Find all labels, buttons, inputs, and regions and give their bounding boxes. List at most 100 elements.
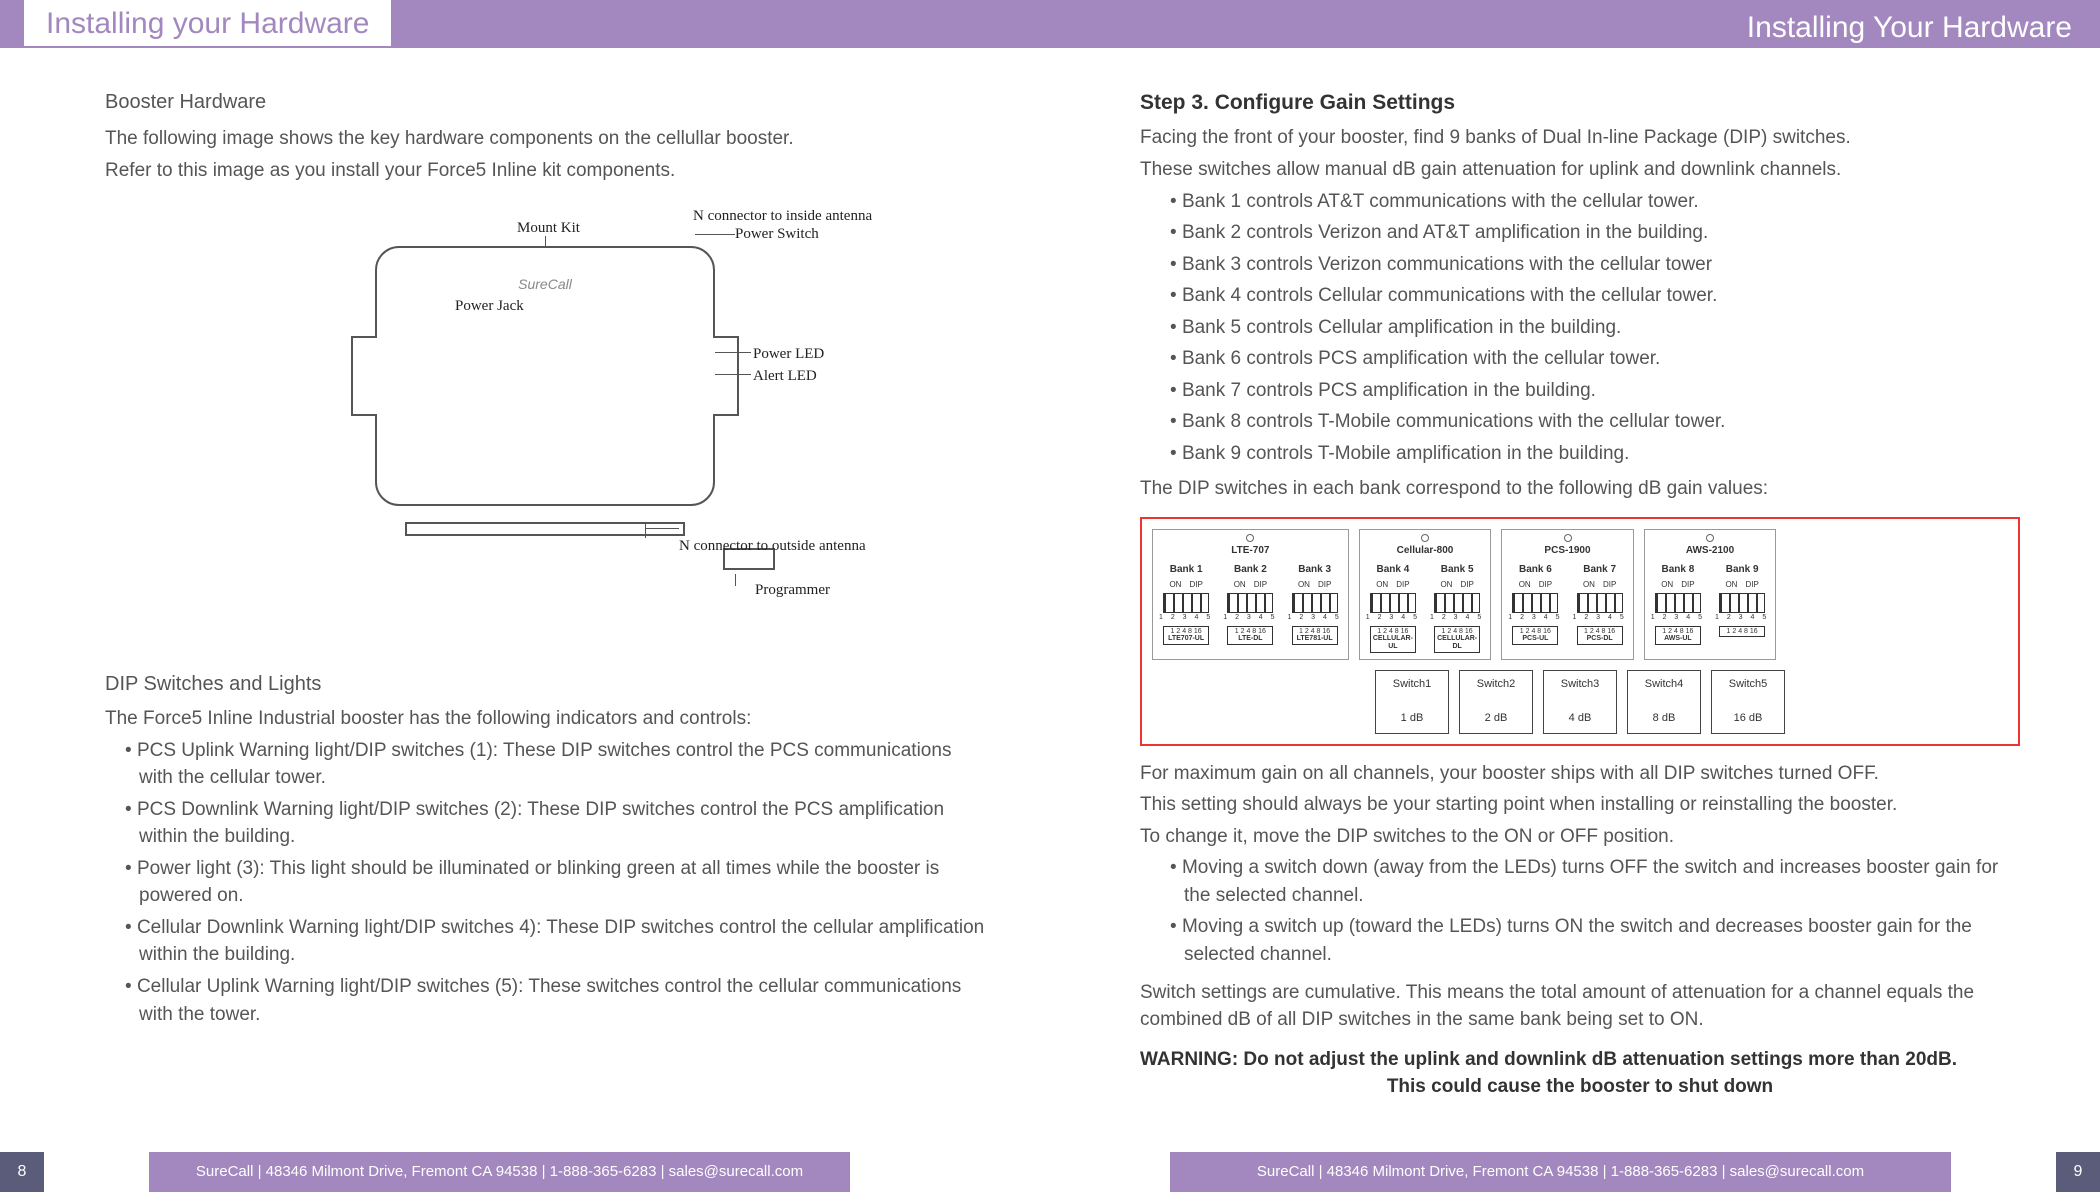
dip-list-item: PCS Uplink Warning light/DIP switches (1… [105,737,985,792]
bank-list-item: Bank 1 controls AT&T communications with… [1140,188,2020,216]
legend-item: Switch34 dB [1543,670,1617,734]
bank-list-item: Bank 4 controls Cellular communications … [1140,282,2020,310]
right-page: Step 3. Configure Gain Settings Facing t… [1050,48,2100,1152]
dip-bank: Bank 1ONDIP1 2 3 4 51 2 4 8 16LTE707-UL [1159,563,1213,646]
dip-nums: 1 2 3 4 5 [1651,613,1705,623]
lead [735,574,736,586]
on-dip-labels: ONDIP [1234,579,1267,591]
step3-intro2: These switches allow manual dB gain atte… [1140,156,2020,184]
dip-list-item: PCS Downlink Warning light/DIP switches … [105,796,985,851]
footer: 8 SureCall | 48346 Milmont Drive, Fremon… [0,1152,2100,1192]
dip-list-item: Cellular Uplink Warning light/DIP switch… [105,973,985,1028]
on-dip-labels: ONDIP [1169,579,1202,591]
footer-gap [850,1152,1050,1192]
dip-switch-icon [1227,593,1273,613]
dip-intro: The Force5 Inline Industrial booster has… [105,705,985,733]
led-icon [1246,534,1254,542]
p-start: This setting should always be your start… [1140,791,2020,819]
bank-list-item: Bank 2 controls Verizon and AT&T amplifi… [1140,219,2020,247]
led-icon [1421,534,1429,542]
dip-sublabel: 1 2 4 8 16 [1719,626,1765,638]
bank-list-item: Bank 6 controls PCS amplification with t… [1140,345,2020,373]
dip-bank: Bank 5ONDIP1 2 3 4 51 2 4 8 16CELLULAR-D… [1430,563,1484,653]
dip-banks-row: Bank 1ONDIP1 2 3 4 51 2 4 8 16LTE707-ULB… [1159,563,1342,646]
on-dip-labels: ONDIP [1725,579,1758,591]
dip-list-item: Cellular Downlink Warning light/DIP swit… [105,914,985,969]
label-alert: Alert LED [753,366,817,388]
lead [545,236,546,248]
dip-bank: Bank 3ONDIP1 2 3 4 51 2 4 8 16LTE781-UL [1288,563,1342,646]
lead [645,528,679,529]
mount-left-icon [351,336,377,416]
dip-nums: 1 2 3 4 5 [1573,613,1627,623]
dip-list: PCS Uplink Warning light/DIP switches (1… [105,737,985,1032]
dip-correspond: The DIP switches in each bank correspond… [1140,475,2020,503]
dip-bank-name: Bank 7 [1583,563,1616,578]
header-bar: Installing your Hardware Installing Your… [0,0,2100,48]
dip-bank: Bank 9ONDIP 1 2 3 4 5 1 2 4 8 16 [1715,563,1769,646]
dip-bank: Bank 7ONDIP 1 2 3 4 5 1 2 4 8 16PCS-DL [1573,563,1627,646]
dip-nums: 1 2 3 4 5 [1159,613,1213,623]
footer-gap [44,1152,149,1192]
footer-bar-right: SureCall | 48346 Milmont Drive, Fremont … [1170,1152,1951,1192]
label-mount: Mount Kit [517,218,580,240]
footer-bar-left: SureCall | 48346 Milmont Drive, Fremont … [149,1152,850,1192]
bank-list-item: Bank 3 controls Verizon communications w… [1140,251,2020,279]
dip-switch-icon [1292,593,1338,613]
legend-item: Switch516 dB [1711,670,1785,734]
dip-nums: 1 2 3 4 5 [1366,613,1420,623]
booster-heading: Booster Hardware [105,88,985,117]
dip-legend: Switch11 dBSwitch22 dBSwitch34 dBSwitch4… [1152,670,2008,734]
dip-group-name: Cellular-800 [1397,544,1454,559]
dip-groups-row: LTE-707Bank 1ONDIP1 2 3 4 51 2 4 8 16LTE… [1152,529,2008,660]
led-icon [1706,534,1714,542]
warning: WARNING: Do not adjust the uplink and do… [1140,1046,2020,1101]
label-pwr-sw: Power Switch [735,224,819,246]
label-pwr-jack: Power Jack [455,296,524,318]
footer-left: 8 SureCall | 48346 Milmont Drive, Fremon… [0,1152,1050,1192]
dip-bank: Bank 4ONDIP1 2 3 4 51 2 4 8 16CELLULAR-U… [1366,563,1420,653]
dip-banks-row: Bank 6ONDIP1 2 3 4 51 2 4 8 16PCS-ULBank… [1508,563,1627,646]
dip-nums: 1 2 3 4 5 [1430,613,1484,623]
dip-sublabel: 1 2 4 8 16LTE781-UL [1292,626,1338,645]
dip-bank-name: Bank 3 [1298,563,1331,578]
dip-bank-name: Bank 9 [1726,563,1759,578]
on-dip-labels: ONDIP [1583,579,1616,591]
dip-nums: 1 2 3 4 5 [1508,613,1562,623]
hardware-diagram: Mount Kit N connector to inside antenna … [255,206,835,616]
dip-nums: 1 2 3 4 5 [1223,613,1277,623]
dip-sublabel: 1 2 4 8 16AWS-UL [1655,626,1701,645]
dip-switch-icon [1370,593,1416,613]
left-page: Booster Hardware The following image sho… [0,48,1050,1152]
dip-sublabel: 1 2 4 8 16PCS-UL [1512,626,1558,645]
bank-list-item: Bank 8 controls T-Mobile communications … [1140,408,2020,436]
dip-sublabel: 1 2 4 8 16LTE-DL [1227,626,1273,645]
lead [715,374,751,375]
label-conn-out: N connector to outside antenna [679,536,866,558]
mount-right-icon [713,336,739,416]
dip-bank: Bank 2ONDIP1 2 3 4 51 2 4 8 16LTE-DL [1223,563,1277,646]
intro-2: Refer to this image as you install your … [105,157,985,185]
lead [715,352,751,353]
dip-switch-icon [1434,593,1480,613]
dip-group: PCS-1900Bank 6ONDIP1 2 3 4 51 2 4 8 16PC… [1501,529,1634,660]
dip-nums: 1 2 3 4 5 [1715,613,1769,623]
dip-switch-icon [1655,593,1701,613]
dip-switch-icon [1163,593,1209,613]
body: Booster Hardware The following image sho… [0,48,2100,1152]
legend-item: Switch48 dB [1627,670,1701,734]
dip-list-item: Power light (3): This light should be il… [105,855,985,910]
lead [645,524,646,538]
on-dip-labels: ONDIP [1440,579,1473,591]
on-dip-labels: ONDIP [1376,579,1409,591]
dip-group: LTE-707Bank 1ONDIP1 2 3 4 51 2 4 8 16LTE… [1152,529,1349,660]
booster-box-icon [375,246,715,506]
dip-sublabel: 1 2 4 8 16PCS-DL [1577,626,1623,645]
footer-gap [1050,1152,1170,1192]
intro-1: The following image shows the key hardwa… [105,125,985,153]
legend-item: Switch22 dB [1459,670,1533,734]
label-prog: Programmer [755,580,830,602]
move-list: Moving a switch down (away from the LEDs… [1140,854,2020,972]
dip-bank: Bank 6ONDIP1 2 3 4 51 2 4 8 16PCS-UL [1508,563,1562,646]
dip-sublabel: 1 2 4 8 16LTE707-UL [1163,626,1209,645]
